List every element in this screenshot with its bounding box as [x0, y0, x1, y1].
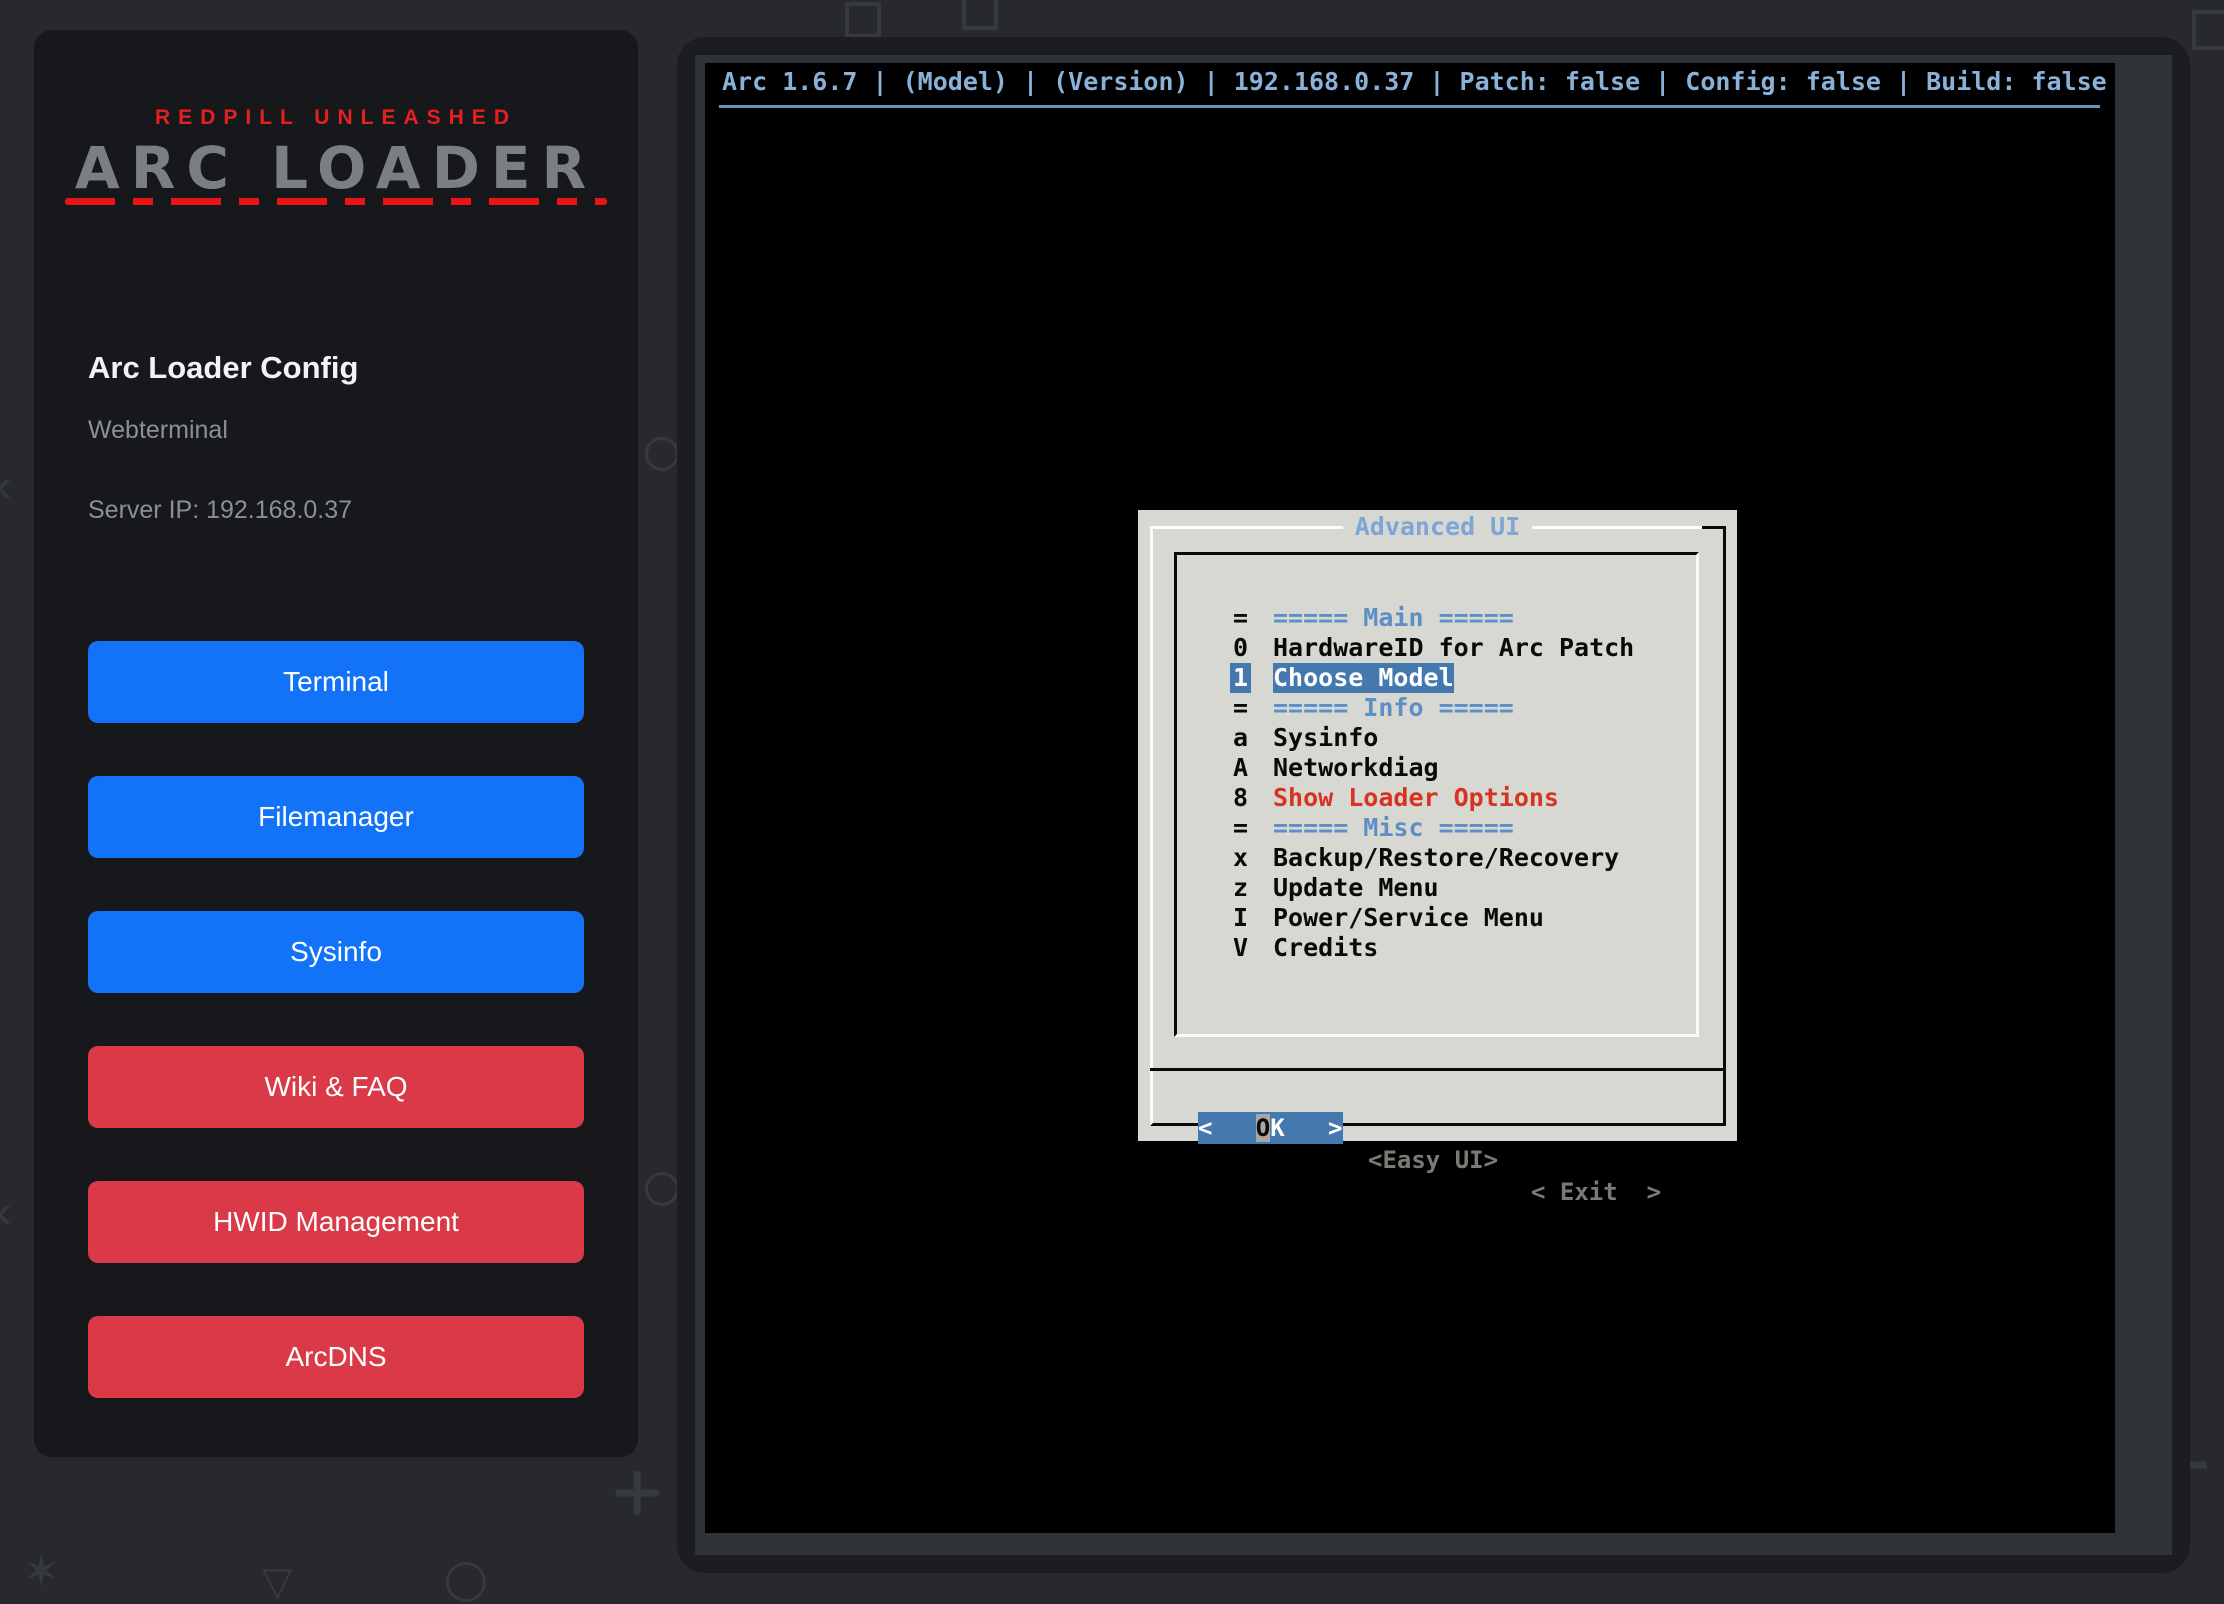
deco-star-shape: ✶ [22, 1548, 61, 1594]
menu-item-main-section: ====== Main ===== [1177, 573, 1696, 603]
terminal-status-header: Arc 1.6.7 | (Model) | (Version) | 192.16… [722, 67, 2107, 96]
deco-square-outline [2192, 10, 2224, 50]
easy-ui-button[interactable]: <Easy UI> [1368, 1144, 1498, 1176]
dialog-title: Advanced UI [1343, 512, 1533, 542]
terminal-window: Arc 1.6.7 | (Model) | (Version) | 192.16… [677, 37, 2190, 1573]
sidebar: REDPILL UNLEASHED ARC LOADER Arc Loader … [34, 30, 638, 1457]
brand-dashed-divider [65, 198, 607, 205]
menu-item-misc-section: ====== Misc ===== [1177, 783, 1696, 813]
menu-item-power-service-menu[interactable]: IPower/Service Menu [1177, 873, 1696, 903]
menu-item-info-section: ====== Info ===== [1177, 663, 1696, 693]
menu-item-show-loader-options[interactable]: 8Show Loader Options [1177, 753, 1696, 783]
ok-cursor: O [1256, 1114, 1270, 1142]
terminal-header-underline [719, 105, 2100, 108]
arc-loader-page: « « ✶ ▽ + + REDPILL UNLEASHED ARC LOADER… [0, 0, 2224, 1604]
exit-button[interactable]: < Exit > [1531, 1176, 1661, 1208]
hwid-management-button[interactable]: HWID Management [88, 1181, 584, 1263]
terminal-button[interactable]: Terminal [88, 641, 584, 723]
menu-item-sysinfo[interactable]: aSysinfo [1177, 693, 1696, 723]
deco-square-outline [962, 0, 998, 30]
deco-circle-outline [446, 1562, 486, 1602]
deco-crosshair-shape: + [612, 1448, 663, 1532]
terminal-screen[interactable]: Arc 1.6.7 | (Model) | (Version) | 192.16… [705, 63, 2115, 1533]
deco-square-outline [845, 2, 881, 38]
advanced-ui-dialog: Advanced UI ====== Main ===== 0HardwareI… [1138, 510, 1737, 1141]
wiki-faq-button[interactable]: Wiki & FAQ [88, 1046, 584, 1128]
deco-triangle-shape: ▽ [262, 1562, 293, 1602]
dialog-menu-box: ====== Main ===== 0HardwareID for Arc Pa… [1174, 552, 1699, 1037]
deco-circle-outline [645, 1172, 679, 1206]
ok-button[interactable]: < OK > [1198, 1112, 1343, 1144]
dialog-button-separator [1150, 1068, 1725, 1071]
dialog-corner-tick [1702, 526, 1726, 529]
brand-tagline: REDPILL UNLEASHED [34, 106, 638, 130]
menu-item-backup-restore-recovery[interactable]: xBackup/Restore/Recovery [1177, 813, 1696, 843]
menu-item-networkdiag[interactable]: ANetworkdiag [1177, 723, 1696, 753]
page-title: Arc Loader Config [88, 350, 358, 386]
deco-chevrons-shape: « [0, 462, 12, 508]
arcdns-button[interactable]: ArcDNS [88, 1316, 584, 1398]
menu-item-choose-model[interactable]: 1Choose Model [1177, 633, 1696, 663]
terminal-frame: Arc 1.6.7 | (Model) | (Version) | 192.16… [695, 55, 2172, 1555]
server-ip-label: Server IP: 192.168.0.37 [88, 496, 352, 525]
sysinfo-button[interactable]: Sysinfo [88, 911, 584, 993]
page-subtitle: Webterminal [88, 416, 228, 445]
menu-item-hardwareid[interactable]: 0HardwareID for Arc Patch [1177, 603, 1696, 633]
deco-chevrons-shape: « [0, 1188, 12, 1234]
deco-circle-outline [645, 437, 679, 471]
dialog-button-row: < OK > <Easy UI> < Exit > [1138, 1080, 1737, 1112]
menu-item-credits[interactable]: VCredits [1177, 903, 1696, 933]
filemanager-button[interactable]: Filemanager [88, 776, 584, 858]
menu-item-update-menu[interactable]: zUpdate Menu [1177, 843, 1696, 873]
brand-logo: ARC LOADER [34, 134, 638, 202]
